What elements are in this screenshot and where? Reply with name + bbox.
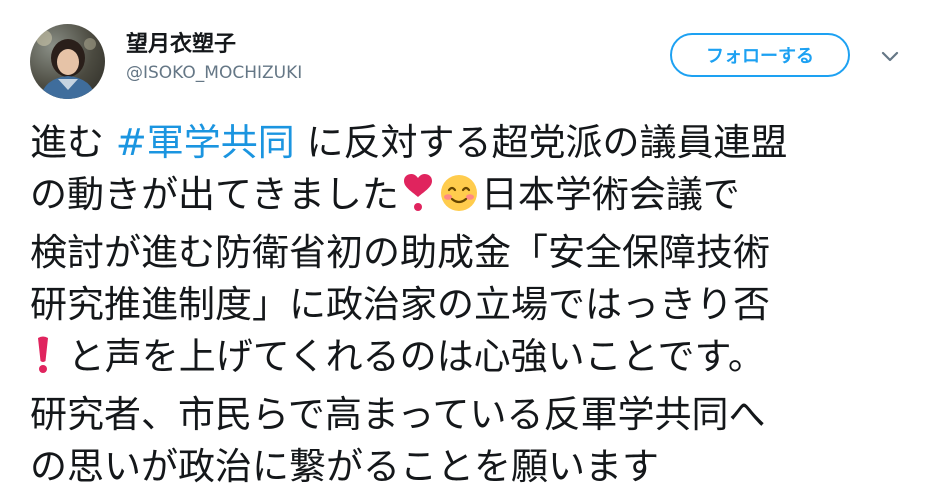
- chevron-down-icon[interactable]: [878, 46, 902, 66]
- tweet-text-segment: と声を上げてくれるのは心強いことです。: [56, 335, 765, 378]
- tweet-text-segment: の動きが出てきました: [30, 173, 399, 216]
- tweet-text-segment: 進む: [30, 121, 116, 164]
- tweet-line-7: の思いが政治に繋がることを願います: [30, 445, 659, 488]
- display-name[interactable]: 望月衣塑子: [126, 26, 236, 58]
- smiling-face-icon: [439, 173, 479, 227]
- tweet-line-5: と声を上げてくれるのは心強いことです。: [30, 331, 910, 389]
- tweet-text: 進む #軍学共同 に反対する超党派の議員連盟 の動きが出てきました 日本学術会議で…: [30, 117, 910, 493]
- tweet-line-1: 進む #軍学共同 に反対する超党派の議員連盟: [30, 117, 910, 169]
- tweet-text-segment: 日本学術会議で: [480, 173, 740, 216]
- tweet-line-3: 検討が進む防衛省初の助成金「安全保障技術: [30, 231, 770, 274]
- avatar-photo: [36, 30, 96, 99]
- tweet-text-segment: に反対する超党派の議員連盟: [294, 121, 788, 164]
- avatar[interactable]: [30, 24, 105, 99]
- hashtag-link[interactable]: #軍学共同: [116, 121, 295, 164]
- tweet-line-4: 研究推進制度」に政治家の立場ではっきり否: [30, 283, 770, 326]
- follow-button[interactable]: フォローする: [670, 33, 850, 77]
- red-exclamation-icon: [32, 335, 54, 389]
- tweet-line-2: の動きが出てきました 日本学術会議で: [30, 169, 910, 227]
- user-handle[interactable]: @ISOKO_MOCHIZUKI: [126, 63, 302, 83]
- red-heart-exclamation-icon: [401, 173, 435, 227]
- tweet-line-6: 研究者、市民らで高まっている反軍学共同へ: [30, 393, 766, 436]
